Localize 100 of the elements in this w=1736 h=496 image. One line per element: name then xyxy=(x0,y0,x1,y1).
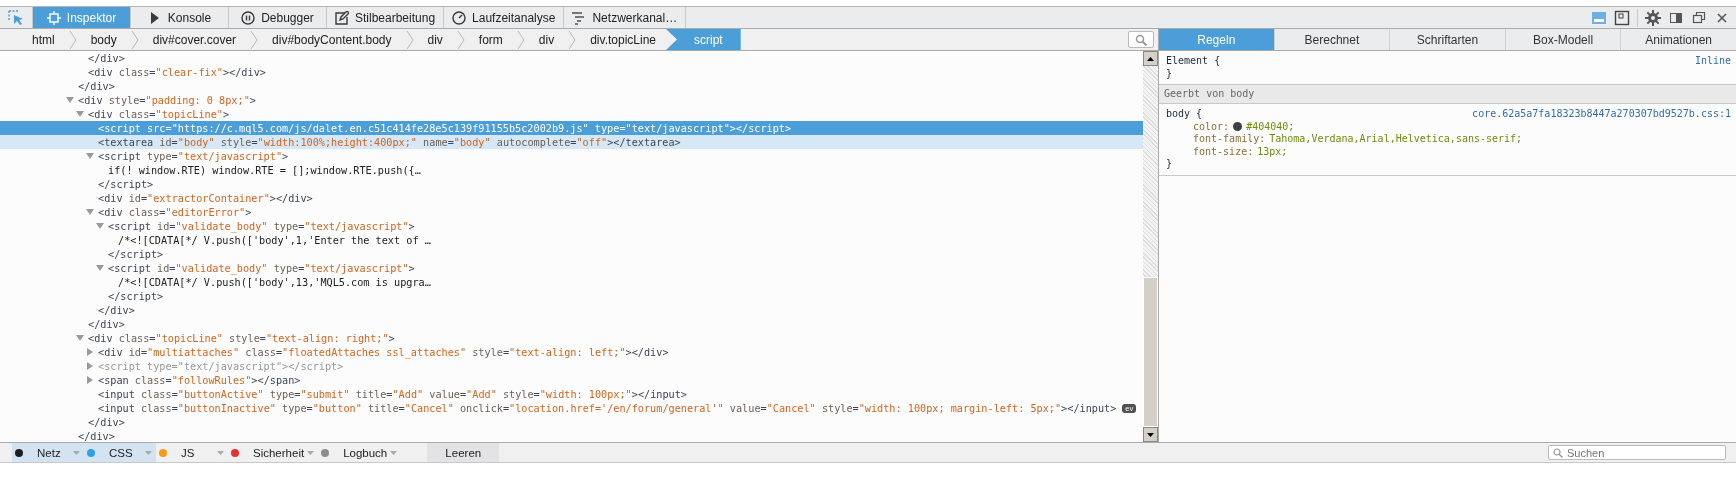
caret-icon xyxy=(145,450,152,455)
markup-row[interactable]: </div> xyxy=(0,317,1143,331)
markup-row[interactable]: <script id="validate_body" type="text/javascript"> xyxy=(0,261,1143,275)
markup-row[interactable]: <div id="extractorContainer"></div> xyxy=(0,191,1143,205)
settings-icon[interactable] xyxy=(1645,9,1661,26)
chevron-separator-icon xyxy=(456,29,465,50)
code-line: </div> xyxy=(88,318,125,330)
sidebar-tab[interactable]: Animationen xyxy=(1620,29,1736,50)
disclosure-triangle-icon[interactable] xyxy=(96,222,104,230)
code-line: <div id="extractorContainer"></div> xyxy=(98,192,313,204)
breadcrumb[interactable]: html xyxy=(18,29,69,50)
css-property: font-family: xyxy=(1193,133,1266,146)
disclosure-triangle-icon[interactable] xyxy=(86,152,94,160)
disclosure-triangle-icon[interactable] xyxy=(86,362,94,370)
source-link[interactable]: Inline xyxy=(1694,55,1731,68)
markup-row[interactable]: </script> xyxy=(0,289,1143,303)
markup-row[interactable]: <div class="clear-fix"></div> xyxy=(0,65,1143,79)
scrollbar-thumb[interactable] xyxy=(1143,277,1158,427)
sidebar-tab[interactable]: Schriftarten xyxy=(1389,29,1505,50)
toolbar-tab[interactable]: Laufzeitanalyse xyxy=(444,7,565,28)
code-line: <span class="followRules"></span> xyxy=(98,374,301,386)
split-console-icon[interactable] xyxy=(1591,9,1607,26)
disclosure-triangle-icon[interactable] xyxy=(76,110,84,118)
markup-row[interactable]: <div class="editorError"> xyxy=(0,205,1143,219)
sidebar-tab[interactable]: Box-Modell xyxy=(1504,29,1621,50)
filter-button[interactable]: Netz xyxy=(12,443,84,462)
code-line: </script> xyxy=(108,248,164,260)
breadcrumb[interactable]: div xyxy=(413,29,457,50)
markup-row[interactable]: </div> xyxy=(0,79,1143,93)
code-line: <script id="validate_body" type="text/javascript"> xyxy=(108,262,415,274)
network-bars-icon xyxy=(572,10,587,25)
chevron-separator-icon xyxy=(568,29,577,50)
filter-button[interactable]: Sicherheit xyxy=(228,443,319,462)
disclosure-triangle-icon[interactable] xyxy=(76,334,84,342)
disclosure-triangle-icon[interactable] xyxy=(86,208,94,216)
toolbar-tab[interactable]: Netzwerkanal… xyxy=(564,7,687,28)
markup-row[interactable]: <textarea id="body" style="width:100%;height:400px;" name="body" autocomplete="off"></textarea> xyxy=(0,135,1143,149)
code-line: <script id="validate_body" type="text/javascript"> xyxy=(108,220,415,232)
toolbar-tab[interactable]: Debugger xyxy=(229,7,327,28)
markup-row[interactable]: <div id="multiattaches" class="floatedAttaches ssl_attaches" style="text-align: left;"></div> xyxy=(0,345,1143,359)
caret-icon xyxy=(73,450,80,455)
chevron-separator-icon xyxy=(68,29,77,50)
markup-row[interactable]: /*<![CDATA[*/ V.push(['body',1,'Enter the text of … xyxy=(0,233,1143,247)
disclosure-triangle-icon[interactable] xyxy=(86,348,94,356)
markup-row[interactable]: <script type="text/javascript"> xyxy=(0,149,1143,163)
markup-row[interactable]: </div> xyxy=(0,303,1143,317)
source-link[interactable]: core.62a5a7fa18323b8447a270307bd9527b.css:1 xyxy=(1472,108,1731,121)
markup-row[interactable]: </div> xyxy=(0,51,1143,65)
filter-label: Sicherheit xyxy=(253,446,305,459)
disclosure-triangle-icon[interactable] xyxy=(96,264,104,272)
markup-row[interactable]: /*<![CDATA[*/ V.push(['body',13,'MQL5.com is upgra… xyxy=(0,275,1143,289)
search-field[interactable]: Suchen xyxy=(1548,445,1726,460)
css-selector: Element { xyxy=(1166,55,1221,68)
filter-button[interactable]: Logbuch xyxy=(318,443,402,462)
markup-row[interactable]: </div> xyxy=(0,429,1143,442)
markup-row[interactable]: if(! window.RTE) window.RTE = [];window.RTE.push({… xyxy=(0,163,1143,177)
markup-row[interactable]: <div style="padding: 0 8px;"> xyxy=(0,93,1143,107)
breadcrumb[interactable]: div xyxy=(524,29,569,50)
color-swatch[interactable] xyxy=(1233,122,1243,132)
css-value: Tahoma,Verdana,Arial,Helvetica,sans-serif; xyxy=(1269,133,1523,146)
clear-button[interactable]: Leeren xyxy=(427,443,500,462)
edit-icon xyxy=(335,10,349,25)
code-line: /*<![CDATA[*/ V.push(['body',13,'MQL5.com is upgra… xyxy=(118,276,431,288)
caret-icon xyxy=(217,450,224,455)
code-line: <div style="padding: 0 8px;"> xyxy=(78,94,256,106)
markup-row[interactable]: <div class="topicLine" style="text-align: right;"> xyxy=(0,331,1143,345)
scroll-down-button[interactable] xyxy=(1143,427,1158,442)
filter-button[interactable]: JS xyxy=(156,443,228,462)
markup-row[interactable]: </script> xyxy=(0,247,1143,261)
markup-row[interactable]: <span class="followRules"></span> xyxy=(0,373,1143,387)
breadcrumb[interactable]: div#cover.cover xyxy=(138,29,251,50)
code-line: <div class="clear-fix"></div> xyxy=(88,66,266,78)
disclosure-triangle-icon[interactable] xyxy=(66,96,74,104)
css-value: 13px; xyxy=(1257,145,1288,158)
toolbar-tab[interactable]: Stilbearbeitung xyxy=(327,7,445,28)
chevron-separator-icon xyxy=(250,29,259,50)
chevron-separator-icon xyxy=(405,29,414,50)
breadcrumb[interactable]: div#bodyContent.body xyxy=(258,29,406,50)
scroll-up-button[interactable] xyxy=(1143,51,1158,66)
toolbar-tab[interactable]: Konsole xyxy=(131,7,229,28)
sidebar-tab[interactable]: Berechnet xyxy=(1273,29,1390,50)
code-line: </div> xyxy=(88,416,125,428)
code-line: <div class="topicLine" style="text-align: right;"> xyxy=(88,332,395,344)
closing-brace: } xyxy=(1166,67,1174,80)
disclosure-triangle-icon[interactable] xyxy=(86,376,94,384)
filter-label: JS xyxy=(181,446,196,459)
markup-row[interactable]: </div> xyxy=(0,415,1143,429)
css-value: #404040; xyxy=(1246,120,1295,133)
frame-icon[interactable] xyxy=(1614,9,1630,26)
filter-label: CSS xyxy=(109,446,134,459)
up-arrow-icon xyxy=(1147,56,1154,61)
markup-row[interactable]: <input class="buttonActive" type="submit" title="Add" value="Add" style="width: 100px;"></input> xyxy=(0,387,1143,401)
filter-button[interactable]: CSS xyxy=(84,443,156,462)
markup-row[interactable]: <script id="validate_body" type="text/javascript"> xyxy=(0,219,1143,233)
search-icon xyxy=(1553,448,1563,458)
undock-icon[interactable] xyxy=(1691,9,1707,26)
breadcrumb[interactable]: form xyxy=(464,29,517,50)
markup-row[interactable]: <div class="topicLine"> xyxy=(0,107,1143,121)
breadcrumb[interactable]: body xyxy=(76,29,131,50)
markup-row[interactable]: </script> xyxy=(0,177,1143,191)
